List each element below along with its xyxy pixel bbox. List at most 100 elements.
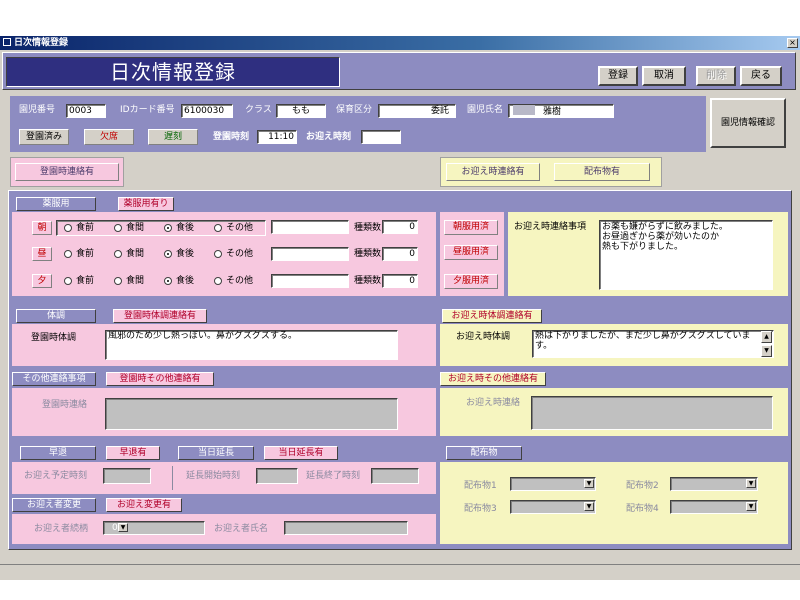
pickup-note-line-2: お昼過ぎから薬が効いたのか [602, 232, 720, 242]
window-title: 日次情報登録 [14, 38, 69, 48]
absent-toggle[interactable]: 欠席 [84, 129, 134, 145]
medication-has-toggle[interactable]: 薬服用有り [118, 197, 174, 211]
evening-between-radio[interactable] [114, 277, 122, 285]
guardian-toggle[interactable]: お迎え変更有 [106, 498, 182, 512]
pickup-note-line-3: 熱も下がりました。 [602, 242, 684, 252]
pickup-note-label: お迎え時連絡事項 [514, 222, 587, 232]
name-field[interactable]: 雅樹 [508, 104, 614, 118]
other-pickup-field[interactable] [531, 396, 773, 430]
register-button[interactable]: 登録 [598, 66, 638, 86]
page-title: 日次情報登録 [110, 60, 236, 84]
pickup-note-line-1: お薬も嫌がらずに飲みました。 [602, 222, 728, 232]
pickup-scheduled-field[interactable] [103, 468, 151, 484]
late-toggle[interactable]: 遅刻 [148, 129, 198, 145]
child-no-field[interactable]: 0003 [66, 104, 106, 118]
other-pickup-label: お迎え時連絡 [466, 398, 521, 408]
back-button[interactable]: 戻る [740, 66, 782, 86]
attended-toggle[interactable]: 登園済み [19, 129, 69, 145]
other-pickup-toggle[interactable]: お迎え時その他連絡有 [440, 372, 546, 386]
morning-before-label: 食前 [76, 223, 95, 233]
name-label: 園児氏名 [467, 105, 504, 115]
guardian-relation-dropdown[interactable]: 0 ▼ [103, 521, 205, 535]
condition-arrival-toggle[interactable]: 登園時体調連絡有 [113, 309, 207, 323]
pickup-time-label: お迎え時刻 [306, 132, 352, 142]
extension-title: 当日延長 [178, 446, 254, 460]
condition-arrival-field[interactable]: 風邪のため少し熱っぽい。鼻がグズグズする。 [105, 330, 398, 360]
delete-button[interactable]: 削除 [696, 66, 736, 86]
pickup-contact-toggle[interactable]: お迎え時連絡有 [446, 163, 540, 181]
distribution-item2-dropdown[interactable]: ▼ [670, 477, 758, 491]
distribution-item1-label: 配布物1 [464, 481, 497, 491]
distribution-item4-chevron-down-icon[interactable]: ▼ [746, 502, 756, 511]
extension-start-field[interactable] [256, 468, 298, 484]
distribution-item3-dropdown[interactable]: ▼ [510, 500, 596, 514]
other-arrival-field[interactable] [105, 398, 398, 430]
evening-done-toggle[interactable]: 夕服用済 [444, 274, 498, 289]
distribution-item2-chevron-down-icon[interactable]: ▼ [746, 479, 756, 488]
distribution-item4-label: 配布物4 [626, 504, 659, 514]
scroll-up-icon[interactable]: ▲ [761, 331, 772, 343]
noon-after-label: 食後 [176, 249, 195, 259]
pickup-note-field[interactable]: お薬も嫌がらずに飲みました。 お昼過ぎから薬が効いたのか 熱も下がりました。 [599, 220, 773, 290]
noon-after-radio[interactable] [164, 250, 172, 258]
guardian-name-field[interactable] [284, 521, 408, 535]
close-icon[interactable]: × [787, 38, 798, 48]
arrival-time-field[interactable]: 11:10 [257, 130, 297, 144]
pickup-time-field[interactable] [361, 130, 401, 144]
distribution-toggle[interactable]: 配布物有 [554, 163, 650, 181]
morning-between-label: 食間 [126, 223, 145, 233]
guardian-relation-value: 0 [112, 523, 118, 533]
evening-count-field[interactable]: 0 [382, 274, 418, 288]
morning-after-radio[interactable] [164, 224, 172, 232]
arrival-contact-toggle[interactable]: 登園時連絡有 [15, 163, 119, 181]
noon-other-label: その他 [226, 249, 254, 259]
noon-other-field[interactable] [271, 247, 349, 261]
morning-other-field[interactable] [271, 220, 349, 234]
evening-before-label: 食前 [76, 276, 95, 286]
care-field[interactable]: 委託 [378, 104, 456, 118]
noon-before-label: 食前 [76, 249, 95, 259]
noon-other-radio[interactable] [214, 250, 222, 258]
distribution-item1-chevron-down-icon[interactable]: ▼ [584, 479, 594, 488]
distribution-item4-dropdown[interactable]: ▼ [670, 500, 758, 514]
morning-other-radio[interactable] [214, 224, 222, 232]
condition-pickup-toggle[interactable]: お迎え時体調連絡有 [442, 309, 542, 323]
condition-pickup-label: お迎え時体調 [456, 332, 511, 342]
evening-after-radio[interactable] [164, 277, 172, 285]
guardian-relation-chevron-down-icon[interactable]: ▼ [118, 523, 128, 532]
extension-start-label: 延長開始時刻 [186, 471, 241, 481]
care-label: 保育区分 [336, 105, 373, 115]
condition-pickup-field[interactable]: 熱は下がりましたが、まだ少し鼻がグズグズしていま す。 [532, 330, 774, 358]
window-titlebar: 日次情報登録 [0, 36, 800, 50]
evening-before-radio[interactable] [64, 277, 72, 285]
noon-done-toggle[interactable]: 昼服用済 [444, 245, 498, 260]
id-card-label: IDカード番号 [120, 105, 175, 115]
other-title: その他連絡事項 [12, 372, 96, 386]
evening-other-field[interactable] [271, 274, 349, 288]
scroll-down-icon[interactable]: ▼ [761, 345, 772, 357]
condition-title: 体調 [16, 309, 96, 323]
extension-end-field[interactable] [371, 468, 419, 484]
cancel-button[interactable]: 取消 [642, 66, 686, 86]
distribution-item1-dropdown[interactable]: ▼ [510, 477, 596, 491]
distribution-item3-chevron-down-icon[interactable]: ▼ [584, 502, 594, 511]
noon-between-label: 食間 [126, 249, 145, 259]
morning-before-radio[interactable] [64, 224, 72, 232]
arrival-time-label: 登園時刻 [213, 132, 250, 142]
morning-done-toggle[interactable]: 朝服用済 [444, 220, 498, 235]
noon-count-label: 種類数 [354, 249, 382, 259]
noon-between-radio[interactable] [114, 250, 122, 258]
morning-between-radio[interactable] [114, 224, 122, 232]
morning-after-label: 食後 [176, 223, 195, 233]
evening-other-radio[interactable] [214, 277, 222, 285]
morning-count-field[interactable]: 0 [382, 220, 418, 234]
id-card-field[interactable]: 6100030 [181, 104, 233, 118]
child-info-button[interactable]: 園児情報確認 [710, 98, 786, 148]
noon-count-field[interactable]: 0 [382, 247, 418, 261]
noon-before-radio[interactable] [64, 250, 72, 258]
early-leave-toggle[interactable]: 早退有 [106, 446, 160, 460]
extension-toggle[interactable]: 当日延長有 [264, 446, 338, 460]
other-arrival-toggle[interactable]: 登園時その他連絡有 [106, 372, 214, 386]
class-field[interactable]: もも [276, 104, 326, 118]
evening-label: 夕 [32, 274, 52, 288]
